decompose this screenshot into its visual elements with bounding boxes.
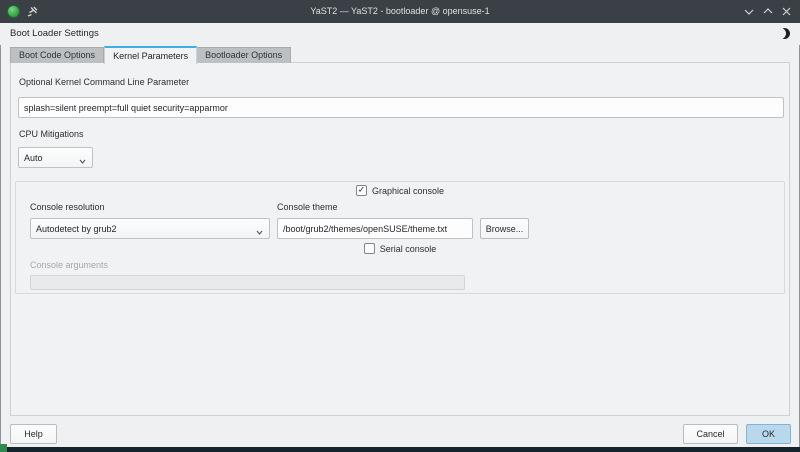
graphical-console-label: Graphical console: [372, 186, 444, 196]
graphical-console-row[interactable]: ✓ Graphical console: [16, 185, 784, 196]
serial-console-row[interactable]: Serial console: [16, 243, 784, 254]
chevron-down-icon: [256, 227, 263, 237]
page-title: Boot Loader Settings: [10, 23, 99, 45]
console-arguments-label: Console arguments: [30, 260, 108, 270]
ok-button[interactable]: OK: [746, 424, 791, 444]
console-resolution-select[interactable]: Autodetect by grub2: [30, 218, 270, 239]
cpu-mitigations-select[interactable]: Auto: [18, 147, 93, 168]
serial-console-label: Serial console: [380, 244, 437, 254]
console-resolution-label: Console resolution: [30, 202, 105, 212]
console-resolution-value: Autodetect by grub2: [36, 224, 117, 234]
desktop-corner: [0, 444, 7, 452]
kernel-cmdline-label: Optional Kernel Command Line Parameter: [19, 77, 189, 87]
header-row: Boot Loader Settings: [0, 23, 800, 45]
cpu-mitigations-value: Auto: [24, 153, 43, 163]
kernel-parameters-panel: Optional Kernel Command Line Parameter C…: [10, 62, 790, 416]
browse-button[interactable]: Browse...: [480, 218, 529, 239]
console-theme-label: Console theme: [277, 202, 338, 212]
serial-console-checkbox[interactable]: [364, 243, 375, 254]
window-title: YaST2 — YaST2 - bootloader @ opensuse-1: [0, 0, 800, 23]
minimize-icon[interactable]: [743, 6, 754, 17]
chevron-down-icon: [79, 156, 86, 166]
tabbar: Boot Code Options Kernel Parameters Boot…: [10, 45, 291, 63]
yast2-bootloader-window: YaST2 — YaST2 - bootloader @ opensuse-1 …: [0, 0, 800, 452]
checkmark-icon: ✓: [358, 185, 366, 196]
cpu-mitigations-label: CPU Mitigations: [19, 129, 84, 139]
window-controls: [743, 0, 792, 23]
tab-kernel-parameters[interactable]: Kernel Parameters: [104, 46, 197, 64]
help-button[interactable]: Help: [10, 424, 57, 444]
console-theme-input[interactable]: [277, 218, 473, 239]
titlebar: YaST2 — YaST2 - bootloader @ opensuse-1: [0, 0, 800, 23]
window-bottom-edge: [0, 447, 800, 452]
graphical-console-checkbox[interactable]: ✓: [356, 185, 367, 196]
console-groupbox: ✓ Graphical console Console resolution A…: [15, 181, 785, 294]
dark-mode-moon-icon[interactable]: [778, 27, 791, 40]
tab-bootloader-options[interactable]: Bootloader Options: [197, 47, 291, 63]
kernel-cmdline-input[interactable]: [18, 97, 784, 118]
console-arguments-input: [30, 275, 465, 290]
close-icon[interactable]: [781, 6, 792, 17]
maximize-icon[interactable]: [762, 6, 773, 17]
tab-boot-code-options[interactable]: Boot Code Options: [10, 47, 104, 63]
cancel-button[interactable]: Cancel: [683, 424, 738, 444]
